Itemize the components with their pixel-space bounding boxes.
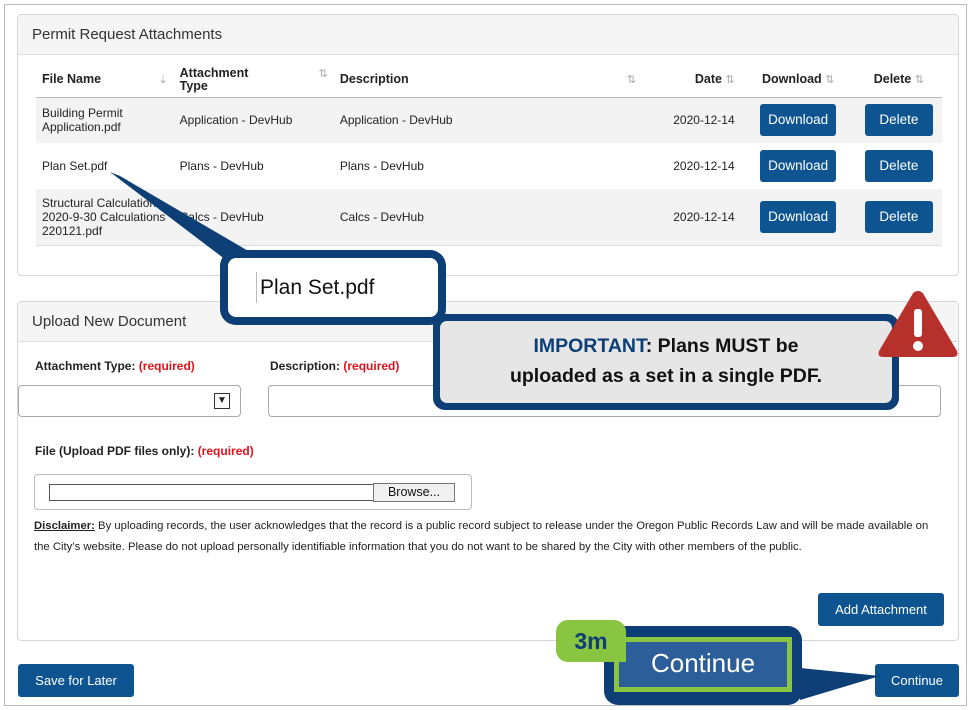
continue-callout: Continue xyxy=(604,626,802,705)
important-line2: uploaded as a set in a single PDF. xyxy=(509,365,823,387)
important-callout: IMPORTANT: Plans MUST be uploaded as a s… xyxy=(433,314,899,410)
important-word: IMPORTANT xyxy=(533,335,646,357)
warning-icon xyxy=(878,291,958,357)
file-name-callout: Plan Set.pdf xyxy=(220,250,446,325)
file-callout-pointer xyxy=(110,172,250,260)
continue-callout-label: Continue xyxy=(614,637,792,692)
file-name-callout-text: Plan Set.pdf xyxy=(228,258,438,317)
continue-callout-pointer xyxy=(800,668,880,700)
important-callout-body: IMPORTANT: Plans MUST be uploaded as a s… xyxy=(440,321,892,403)
step-badge: 3m xyxy=(556,620,626,662)
important-line1: : Plans MUST be xyxy=(645,335,799,357)
